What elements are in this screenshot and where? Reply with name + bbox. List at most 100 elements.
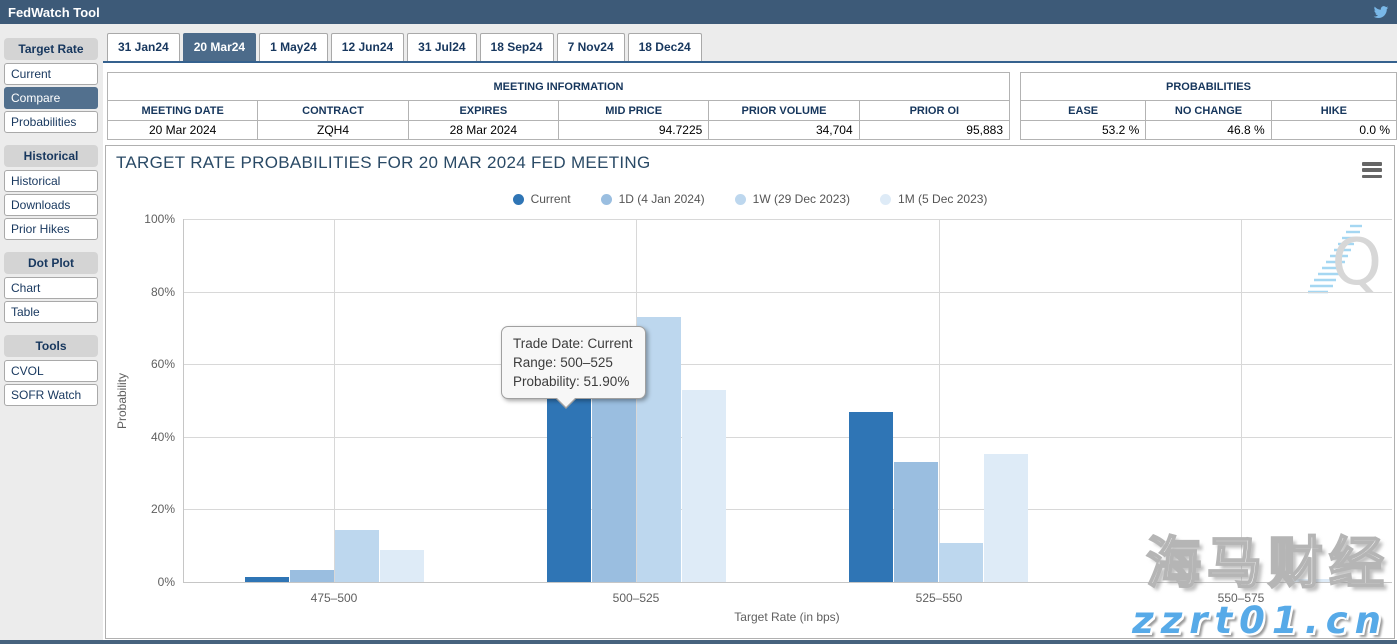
value-ease: 53.2 % (1021, 121, 1146, 140)
bar-1d-4-jan-2024-475-500[interactable] (290, 570, 334, 582)
column-header-hike: HIKE (1271, 101, 1396, 121)
column-header-contract: CONTRACT (258, 101, 408, 121)
gridline-60 (183, 364, 1392, 365)
column-header-no-change: NO CHANGE (1146, 101, 1271, 121)
column-header-meeting-date: MEETING DATE (108, 101, 258, 121)
tooltip-line-2: Range: 500–525 (513, 353, 634, 372)
app-title: FedWatch Tool (8, 5, 100, 20)
gridline-80 (183, 292, 1392, 293)
sidebar-item-probabilities[interactable]: Probabilities (4, 111, 98, 133)
x-axis-title: Target Rate (in bps) (687, 610, 887, 624)
legend-dot-current (513, 194, 524, 205)
tab-underline-rule (103, 61, 1397, 63)
x-tick-475-500: 475–500 (274, 591, 394, 605)
legend-dot-1w-29-dec-2023 (735, 194, 746, 205)
value-meeting-date: 20 Mar 2024 (108, 121, 258, 140)
value-hike: 0.0 % (1271, 121, 1396, 140)
column-header-mid-price: MID PRICE (558, 101, 708, 121)
titlebar: FedWatch Tool (0, 0, 1397, 24)
tab-31-jul24[interactable]: 31 Jul24 (407, 33, 476, 61)
column-header-ease: EASE (1021, 101, 1146, 121)
tab-18-sep24[interactable]: 18 Sep24 (480, 33, 554, 61)
sidebar-item-historical[interactable]: Historical (4, 170, 98, 192)
value-contract: ZQH4 (258, 121, 408, 140)
value-expires: 28 Mar 2024 (408, 121, 558, 140)
gridline-cat-525-550 (939, 219, 940, 582)
sidebar-section-historical: Historical (4, 145, 98, 167)
tab-31-jan24[interactable]: 31 Jan24 (107, 33, 180, 61)
y-tick-20: 20% (135, 502, 175, 516)
bar-1m-5-dec-2023-475-500[interactable] (380, 550, 424, 582)
legend-item-current[interactable]: Current (513, 192, 571, 206)
sidebar-item-table[interactable]: Table (4, 301, 98, 323)
y-tick-80: 80% (135, 285, 175, 299)
legend-dot-1m-5-dec-2023 (880, 194, 891, 205)
sidebar-item-sofr-watch[interactable]: SOFR Watch (4, 384, 98, 406)
value-mid-price: 94.7225 (558, 121, 708, 140)
probabilities-table: PROBABILITIES EASENO CHANGEHIKE 53.2 %46… (1020, 72, 1397, 140)
gridline-40 (183, 437, 1392, 438)
bar-1d-4-jan-2024-525-550[interactable] (894, 462, 938, 582)
meeting-information-header-row: MEETING DATECONTRACTEXPIRESMID PRICE PRIO… (108, 101, 1010, 121)
fedwatch-app: FedWatch Tool Target RateCurrentCompareP… (0, 0, 1397, 644)
legend-label-1d-4-jan-2024: 1D (4 Jan 2024) (619, 192, 705, 206)
bar-current-525-550[interactable] (849, 412, 893, 582)
chart-legend: Current 1D (4 Jan 2024) 1W (29 Dec 2023) 1M… (106, 192, 1394, 206)
tab-20-mar24[interactable]: 20 Mar24 (183, 33, 256, 61)
value-prior-oi: 95,883 (859, 121, 1009, 140)
legend-label-1w-29-dec-2023: 1W (29 Dec 2023) (753, 192, 850, 206)
sidebar-item-prior-hikes[interactable]: Prior Hikes (4, 218, 98, 240)
chart-panel: TARGET RATE PROBABILITIES FOR 20 MAR 202… (105, 145, 1395, 639)
sidebar-item-chart[interactable]: Chart (4, 277, 98, 299)
legend-label-current: Current (531, 192, 571, 206)
gridline-100 (183, 219, 1392, 220)
bar-current-500-525[interactable] (547, 394, 591, 582)
x-tick-500-525: 500–525 (576, 591, 696, 605)
column-header-prior-oi: PRIOR OI (859, 101, 1009, 121)
tab-18-dec24[interactable]: 18 Dec24 (628, 33, 702, 61)
legend-dot-1d-4-jan-2024 (601, 194, 612, 205)
value-no-change: 46.8 % (1146, 121, 1271, 140)
x-tick-525-550: 525–550 (879, 591, 999, 605)
chart-tooltip: Trade Date: CurrentRange: 500–525Probabi… (501, 326, 646, 399)
meeting-information-value-row: 20 Mar 2024ZQH428 Mar 202494.722534,7049… (108, 121, 1010, 140)
gridline-20 (183, 509, 1392, 510)
tab-12-jun24[interactable]: 12 Jun24 (331, 33, 404, 61)
legend-label-1m-5-dec-2023: 1M (5 Dec 2023) (898, 192, 987, 206)
sidebar: Target Rate CurrentCompareProbabilities Hi… (4, 38, 98, 408)
bar-1m-5-dec-2023-500-525[interactable] (682, 390, 726, 582)
y-tick-40: 40% (135, 430, 175, 444)
sidebar-item-compare[interactable]: Compare (4, 87, 98, 109)
legend-item-1w-29-dec-2023[interactable]: 1W (29 Dec 2023) (735, 192, 850, 206)
legend-item-1m-5-dec-2023[interactable]: 1M (5 Dec 2023) (880, 192, 987, 206)
bar-1m-5-dec-2023-525-550[interactable] (984, 454, 1028, 582)
tooltip-line-3: Probability: 51.90% (513, 372, 634, 391)
site-watermark-url: zzrt01.cn (1132, 599, 1388, 642)
probabilities-title: PROBABILITIES (1021, 73, 1397, 101)
chart-title: TARGET RATE PROBABILITIES FOR 20 MAR 202… (116, 153, 651, 173)
probabilities-header-row: EASENO CHANGEHIKE (1021, 101, 1397, 121)
tab-1-may24[interactable]: 1 May24 (259, 33, 328, 61)
y-tick-60: 60% (135, 357, 175, 371)
sidebar-item-current[interactable]: Current (4, 63, 98, 85)
meeting-information-table: MEETING INFORMATION MEETING DATECONTRACT… (107, 72, 1010, 140)
gridline-cat-475-500 (334, 219, 335, 582)
bar-current-475-500[interactable] (245, 577, 289, 582)
site-watermark-text: 海马财经 (1146, 518, 1390, 598)
y-tick-0: 0% (135, 575, 175, 589)
sidebar-section-target-rate: Target Rate (4, 38, 98, 60)
value-prior-volume: 34,704 (709, 121, 859, 140)
twitter-bird-icon[interactable] (1373, 4, 1389, 20)
sidebar-item-downloads[interactable]: Downloads (4, 194, 98, 216)
probabilities-value-row: 53.2 %46.8 %0.0 % (1021, 121, 1397, 140)
column-header-expires: EXPIRES (408, 101, 558, 121)
sidebar-section-dot-plot: Dot Plot (4, 252, 98, 274)
chart-context-menu-icon[interactable] (1362, 162, 1382, 178)
bar-1w-29-dec-2023-475-500[interactable] (335, 530, 379, 582)
meeting-information-title: MEETING INFORMATION (108, 73, 1010, 101)
sidebar-item-cvol[interactable]: CVOL (4, 360, 98, 382)
tab-7-nov24[interactable]: 7 Nov24 (557, 33, 625, 61)
bar-1w-29-dec-2023-525-550[interactable] (939, 543, 983, 582)
legend-item-1d-4-jan-2024[interactable]: 1D (4 Jan 2024) (601, 192, 705, 206)
tooltip-line-1: Trade Date: Current (513, 334, 634, 353)
